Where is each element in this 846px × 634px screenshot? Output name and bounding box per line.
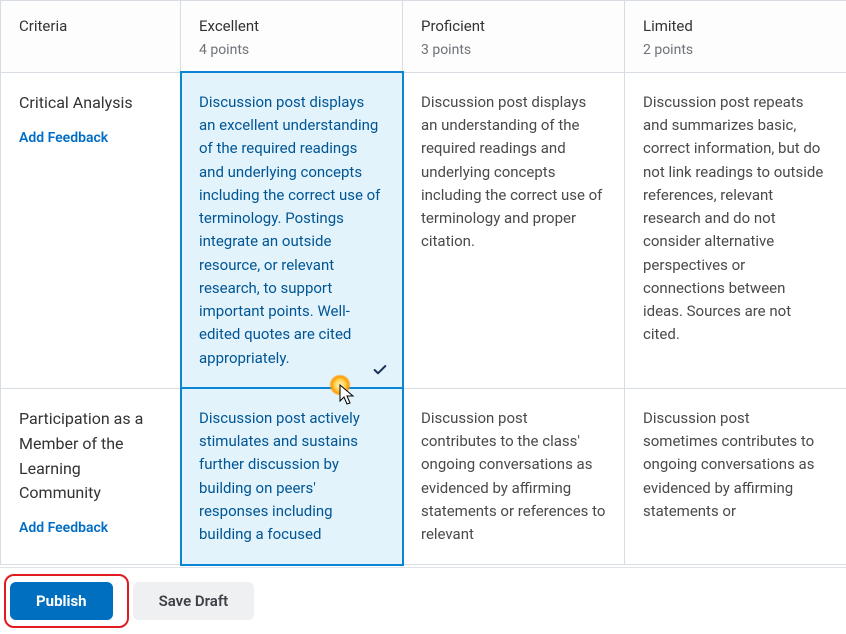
- level-cell-limited[interactable]: Discussion post sometimes contributes to…: [625, 388, 846, 565]
- criterion-cell: Critical Analysis Add Feedback: [1, 72, 181, 388]
- header-level-points: 2 points: [643, 40, 828, 62]
- header-level-points: 3 points: [421, 40, 606, 62]
- header-level-excellent: Excellent 4 points: [181, 1, 403, 73]
- level-description: Discussion post repeats and summarizes b…: [643, 91, 828, 347]
- rubric-table: Criteria Excellent 4 points Proficient 3…: [0, 0, 846, 565]
- level-cell-proficient[interactable]: Discussion post displays an understandin…: [403, 72, 625, 388]
- criterion-cell: Participation as a Member of the Learnin…: [1, 388, 181, 565]
- add-feedback-link[interactable]: Add Feedback: [19, 518, 162, 540]
- header-criteria-label: Criteria: [19, 15, 162, 38]
- level-description: Discussion post actively stimulates and …: [199, 407, 384, 547]
- header-level-points: 4 points: [199, 40, 384, 62]
- criterion-row: Participation as a Member of the Learnin…: [1, 388, 846, 565]
- header-level-title: Proficient: [421, 15, 606, 38]
- level-description: Discussion post displays an excellent un…: [199, 91, 384, 370]
- level-cell-proficient[interactable]: Discussion post contributes to the class…: [403, 388, 625, 565]
- header-row: Criteria Excellent 4 points Proficient 3…: [1, 1, 846, 73]
- header-level-title: Limited: [643, 15, 828, 38]
- criterion-row: Critical Analysis Add Feedback Discussio…: [1, 72, 846, 388]
- level-cell-excellent[interactable]: Discussion post displays an excellent un…: [181, 72, 403, 388]
- level-cell-limited[interactable]: Discussion post repeats and summarizes b…: [625, 72, 846, 388]
- header-criteria: Criteria: [1, 1, 181, 73]
- action-bar: Publish Save Draft: [0, 567, 846, 634]
- rubric-scroll-region[interactable]: Criteria Excellent 4 points Proficient 3…: [0, 0, 846, 567]
- header-level-proficient: Proficient 3 points: [403, 1, 625, 73]
- criterion-name: Critical Analysis: [19, 91, 162, 116]
- level-cell-excellent[interactable]: Discussion post actively stimulates and …: [181, 388, 403, 565]
- level-description: Discussion post displays an understandin…: [421, 91, 606, 254]
- level-description: Discussion post contributes to the class…: [421, 407, 606, 547]
- add-feedback-link[interactable]: Add Feedback: [19, 128, 162, 150]
- checkmark-icon: [372, 362, 388, 378]
- header-level-limited: Limited 2 points: [625, 1, 846, 73]
- criterion-name: Participation as a Member of the Learnin…: [19, 407, 162, 506]
- level-description: Discussion post sometimes contributes to…: [643, 407, 828, 523]
- publish-button[interactable]: Publish: [10, 582, 113, 620]
- save-draft-button[interactable]: Save Draft: [133, 582, 255, 620]
- header-level-title: Excellent: [199, 15, 384, 38]
